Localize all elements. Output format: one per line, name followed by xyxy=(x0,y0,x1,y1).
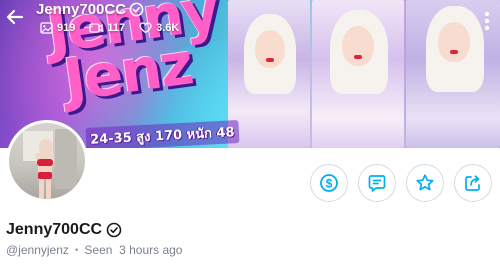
image-icon xyxy=(40,22,53,34)
cover-photo-panel xyxy=(312,0,404,148)
message-icon xyxy=(368,175,386,192)
more-vertical-icon xyxy=(484,11,490,31)
verified-icon xyxy=(129,2,144,17)
header-stats: 919 117 3.6K xyxy=(40,22,179,34)
share-icon xyxy=(465,175,480,191)
tip-button[interactable]: $ xyxy=(310,164,348,202)
stat-videos-count: 117 xyxy=(107,22,126,34)
profile-display-name: Jenny700CC xyxy=(6,221,103,238)
verified-icon xyxy=(106,222,122,238)
favorite-button[interactable] xyxy=(406,164,444,202)
profile-handle: @jennyjenz xyxy=(6,243,69,257)
back-button[interactable] xyxy=(4,6,26,28)
separator-dot: • xyxy=(74,244,79,256)
back-arrow-icon xyxy=(6,9,24,25)
stat-videos: 117 xyxy=(89,22,125,34)
star-icon xyxy=(416,174,434,191)
more-options-button[interactable] xyxy=(478,8,496,34)
stat-likes: 3.6K xyxy=(139,22,179,34)
avatar[interactable] xyxy=(6,120,88,202)
video-icon xyxy=(89,23,103,33)
message-button[interactable] xyxy=(358,164,396,202)
stat-photos: 919 xyxy=(40,22,75,34)
last-seen: Seen 3 hours ago xyxy=(84,243,183,257)
profile-meta: @jennyjenz • Seen 3 hours ago xyxy=(6,243,182,257)
share-button[interactable] xyxy=(454,164,492,202)
heart-icon xyxy=(139,22,152,34)
stat-likes-count: 3.6K xyxy=(156,22,180,34)
dollar-icon: $ xyxy=(320,174,338,192)
profile-name: Jenny700CC xyxy=(6,221,122,239)
header-title: Jenny700CC xyxy=(36,1,144,18)
cover-photo-panel xyxy=(228,0,310,148)
svg-text:$: $ xyxy=(326,176,333,190)
avatar-image xyxy=(9,123,85,199)
header-username: Jenny700CC xyxy=(36,1,127,18)
stat-photos-count: 919 xyxy=(57,22,76,34)
